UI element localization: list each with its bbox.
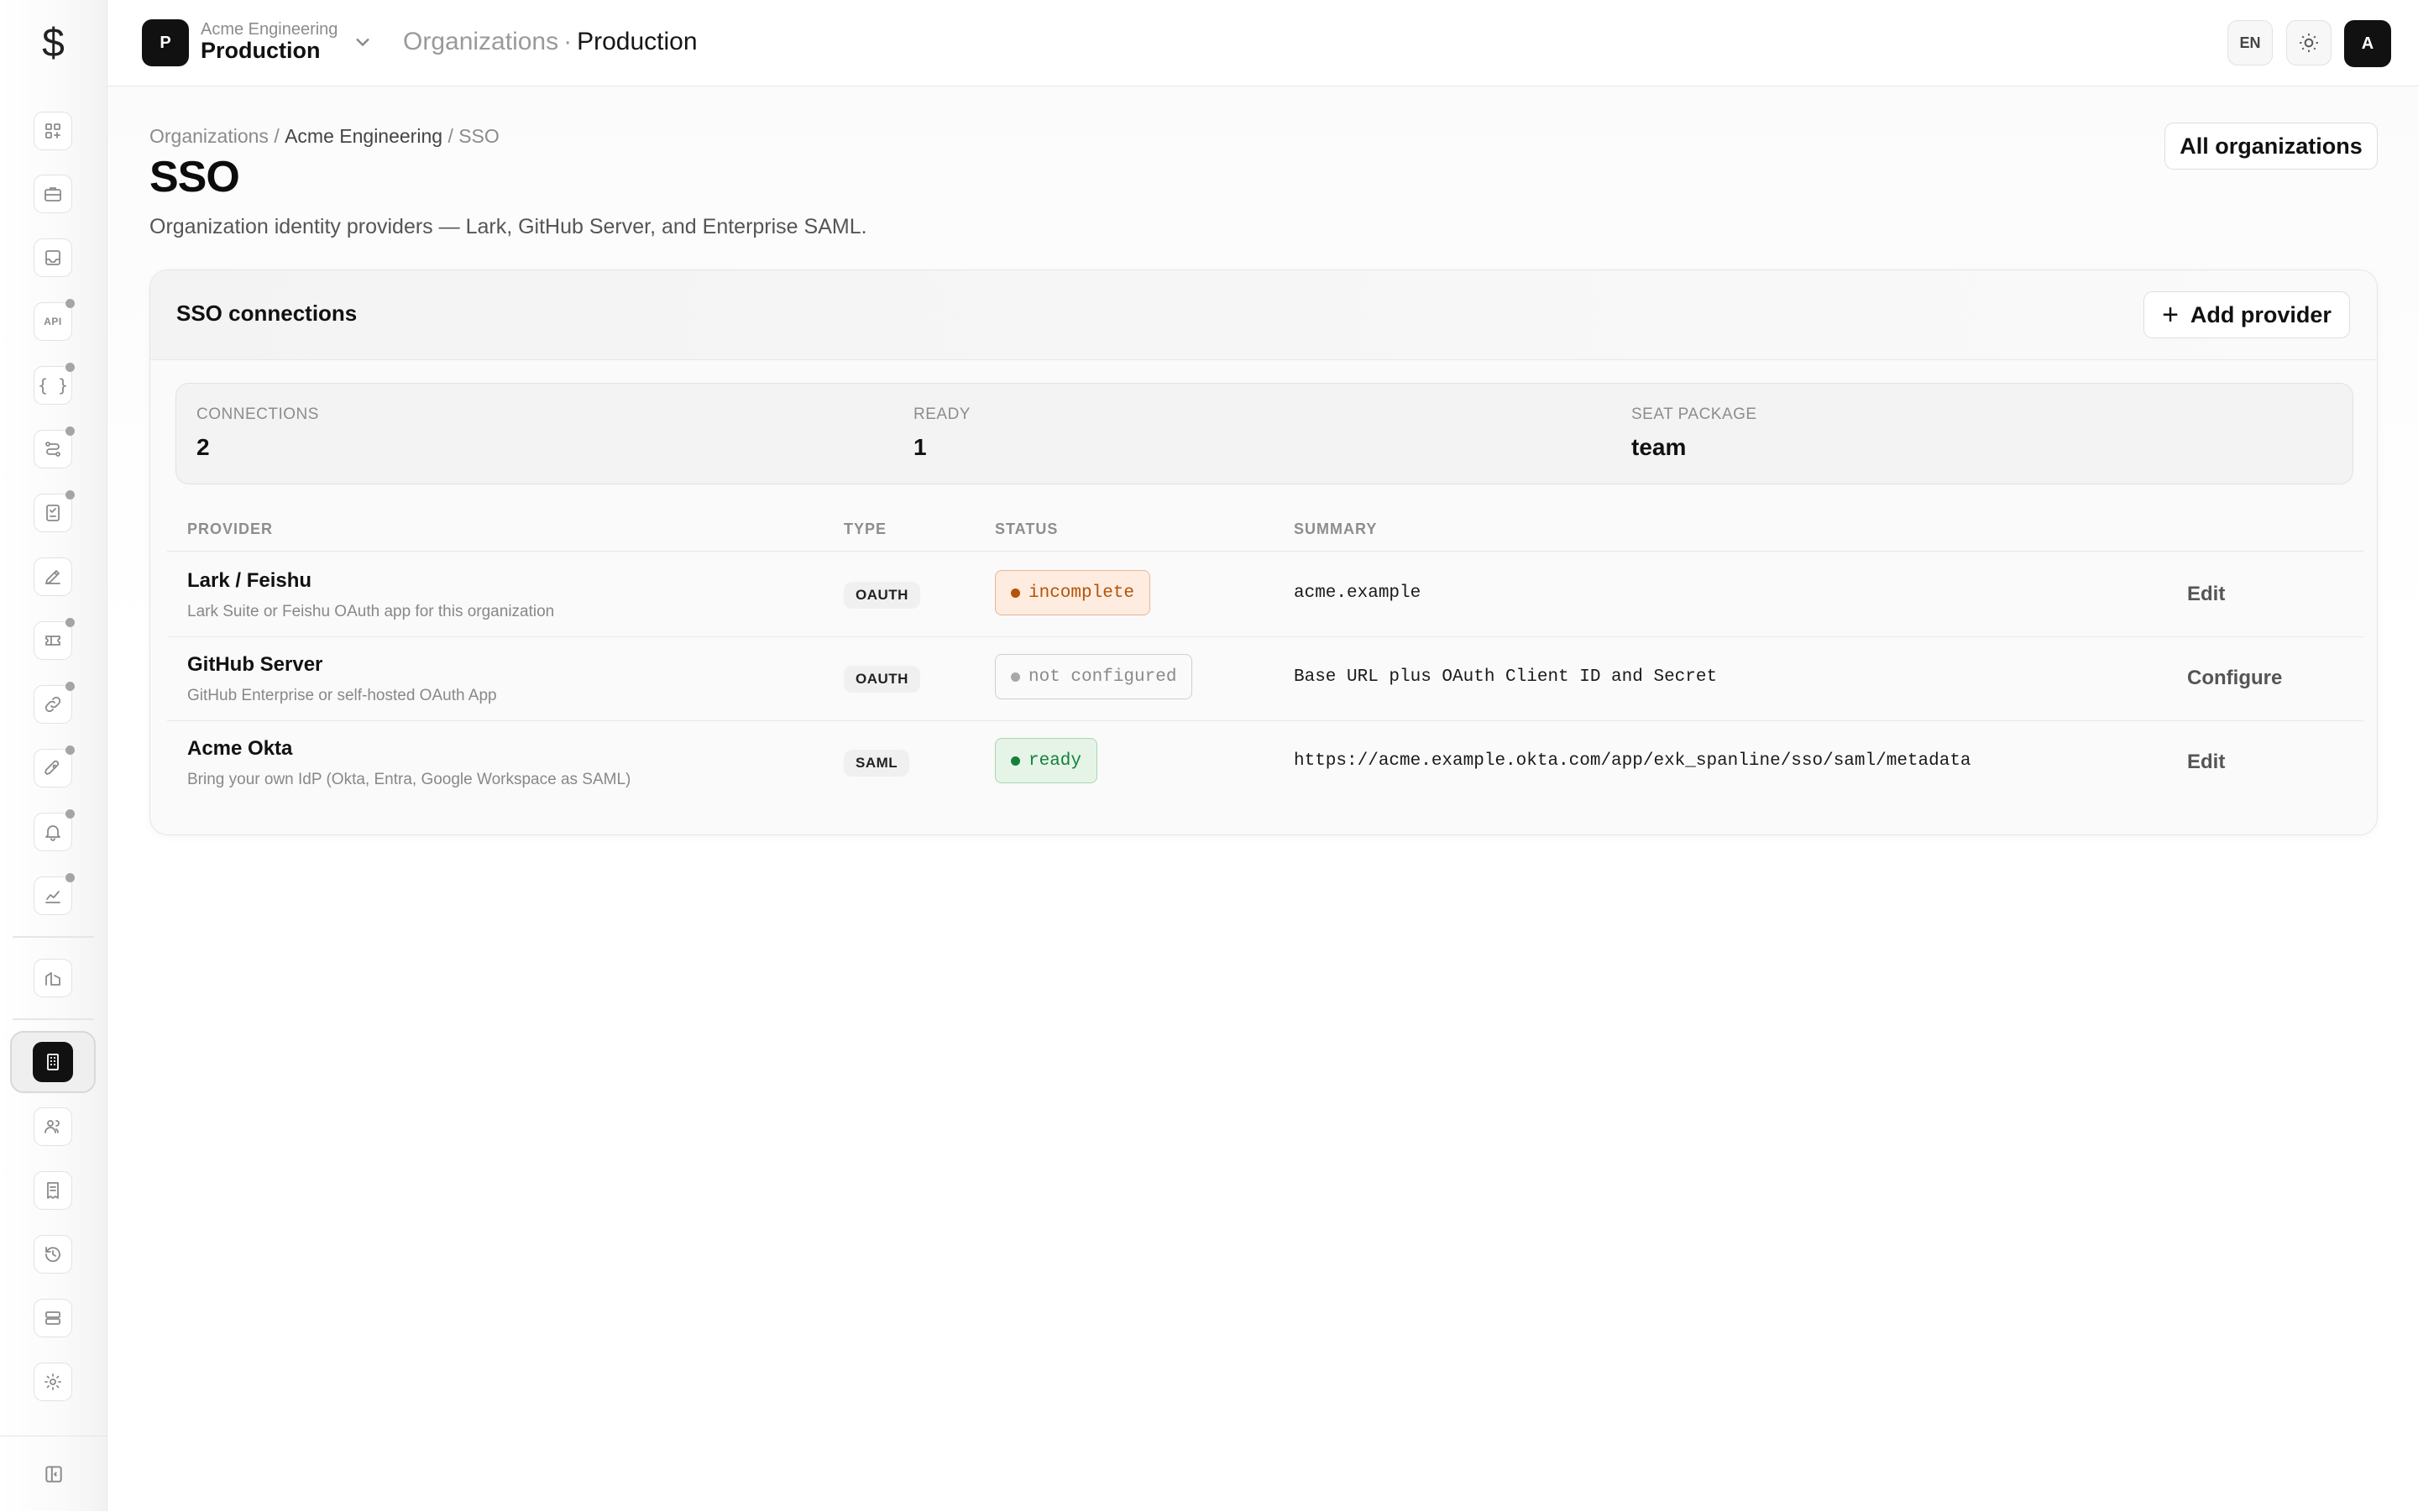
checklist-icon[interactable]	[34, 490, 75, 532]
stat-ready: READY 1	[913, 405, 971, 460]
stats-panel: CONNECTIONS 2 READY 1 SEAT PACKAGE team	[175, 383, 2353, 484]
type-badge: SAML	[844, 750, 910, 777]
breadcrumb-organizations[interactable]: Organizations	[149, 125, 269, 147]
ticket-icon[interactable]	[34, 618, 75, 660]
workflow-icon[interactable]	[34, 426, 75, 468]
collapse-sidebar-button[interactable]	[0, 1436, 107, 1512]
status-badge: incomplete	[995, 570, 1151, 615]
settings-icon[interactable]	[34, 1363, 72, 1401]
notification-dot	[65, 873, 75, 882]
notification-dot	[65, 618, 75, 627]
breadcrumb-current: SSO	[458, 125, 500, 147]
pen-tool-icon[interactable]	[34, 557, 72, 596]
breadcrumb-org[interactable]: Acme Engineering	[285, 125, 442, 147]
table-row: Acme Okta Bring your own IdP (Okta, Entr…	[167, 720, 2363, 804]
notification-dot	[65, 746, 75, 755]
language-button[interactable]: EN	[2227, 20, 2273, 65]
notification-dot	[65, 426, 75, 436]
braces-icon[interactable]: { }	[34, 363, 75, 405]
sidebar-divider	[13, 1018, 94, 1020]
edit-button[interactable]: Edit	[2187, 583, 2225, 606]
table-header: PROVIDER TYPE STATUS SUMMARY	[167, 507, 2363, 552]
sun-icon	[2300, 34, 2318, 52]
add-provider-label: Add provider	[2190, 301, 2332, 327]
type-badge: OAUTH	[844, 666, 920, 693]
add-provider-button[interactable]: + Add provider	[2143, 291, 2350, 338]
briefcase-icon[interactable]	[34, 175, 72, 213]
status-dot	[1011, 756, 1020, 766]
card-title: SSO connections	[176, 301, 358, 326]
type-badge: OAUTH	[844, 582, 920, 609]
dashboard-icon[interactable]	[34, 112, 72, 150]
app-logo[interactable]: $	[0, 0, 107, 86]
header-breadcrumb: Organizations · Production	[403, 28, 698, 55]
sidebar-divider	[13, 936, 94, 938]
provider-description: Bring your own IdP (Okta, Entra, Google …	[187, 771, 631, 788]
notification-dot	[65, 809, 75, 819]
column-summary: SUMMARY	[1294, 521, 1378, 537]
table-row: GitHub Server GitHub Enterprise or self-…	[167, 636, 2363, 721]
project-name: Production	[201, 38, 321, 63]
breadcrumb: Organizations / Acme Engineering / SSO	[149, 125, 500, 147]
main-content: Organizations / Acme Engineering / SSO S…	[107, 86, 2418, 1511]
configure-button[interactable]: Configure	[2187, 667, 2282, 690]
project-badge: P	[142, 19, 189, 66]
table-row: Lark / Feishu Lark Suite or Feishu OAuth…	[167, 552, 2363, 637]
rocket-icon[interactable]	[34, 746, 75, 787]
page-subtitle: Organization identity providers — Lark, …	[149, 215, 867, 238]
user-avatar[interactable]: A	[2344, 20, 2391, 67]
provider-name: Acme Okta	[187, 737, 293, 760]
link-icon[interactable]	[34, 682, 75, 724]
notification-dot	[65, 363, 75, 372]
top-header: P Acme Engineering Production Organizati…	[107, 0, 2418, 86]
storage-icon[interactable]	[34, 1299, 72, 1337]
inbox-icon[interactable]	[34, 238, 72, 277]
stat-connections: CONNECTIONS 2	[196, 405, 319, 460]
header-crumb-current: Production	[577, 28, 698, 55]
provider-description: Lark Suite or Feishu OAuth app for this …	[187, 603, 555, 620]
header-crumb-organizations[interactable]: Organizations	[403, 28, 558, 55]
project-org: Acme Engineering	[201, 20, 338, 39]
sso-connections-card: SSO connections + Add provider CONNECTIO…	[149, 269, 2378, 835]
column-provider: PROVIDER	[187, 521, 274, 537]
api-icon[interactable]: API	[34, 299, 75, 341]
sidebar: $ API { }	[0, 0, 107, 1511]
status-badge: not configured	[995, 654, 1193, 699]
status-dot	[1011, 672, 1020, 682]
users-icon[interactable]	[34, 1107, 72, 1146]
provider-name: Lark / Feishu	[187, 569, 312, 592]
status-badge: ready	[995, 738, 1098, 783]
column-status: STATUS	[995, 521, 1059, 537]
theme-toggle-button[interactable]	[2286, 20, 2332, 65]
app-root: $ API { } P Acme Engineering Production …	[0, 0, 2418, 1511]
chevron-down-icon	[351, 30, 374, 54]
notification-dot	[65, 682, 75, 691]
row-summary: Base URL plus OAuth Client ID and Secret	[1294, 667, 1718, 687]
sidebar-item-organizations[interactable]	[10, 1031, 96, 1093]
collapse-sidebar-icon	[44, 1466, 62, 1483]
notification-dot	[65, 299, 75, 308]
row-summary: https://acme.example.okta.com/app/exk_sp…	[1294, 751, 1971, 771]
organization-icon	[33, 1042, 73, 1082]
provider-description: GitHub Enterprise or self-hosted OAuth A…	[187, 687, 497, 704]
history-icon[interactable]	[34, 1235, 72, 1274]
receipt-icon[interactable]	[34, 1171, 72, 1210]
buildings-icon[interactable]	[34, 959, 72, 997]
card-header: SSO connections + Add provider	[150, 270, 2377, 360]
row-summary: acme.example	[1294, 583, 1421, 603]
page-title: SSO	[149, 153, 240, 201]
column-type: TYPE	[844, 521, 887, 537]
all-organizations-button[interactable]: All organizations	[2164, 123, 2378, 170]
stat-seat-package: SEAT PACKAGE team	[1631, 405, 1757, 460]
chart-icon[interactable]	[34, 873, 75, 915]
bell-icon[interactable]	[34, 809, 75, 851]
edit-button[interactable]: Edit	[2187, 751, 2225, 774]
provider-name: GitHub Server	[187, 653, 323, 676]
status-dot	[1011, 588, 1020, 598]
notification-dot	[65, 490, 75, 500]
plus-icon: +	[2162, 299, 2179, 331]
